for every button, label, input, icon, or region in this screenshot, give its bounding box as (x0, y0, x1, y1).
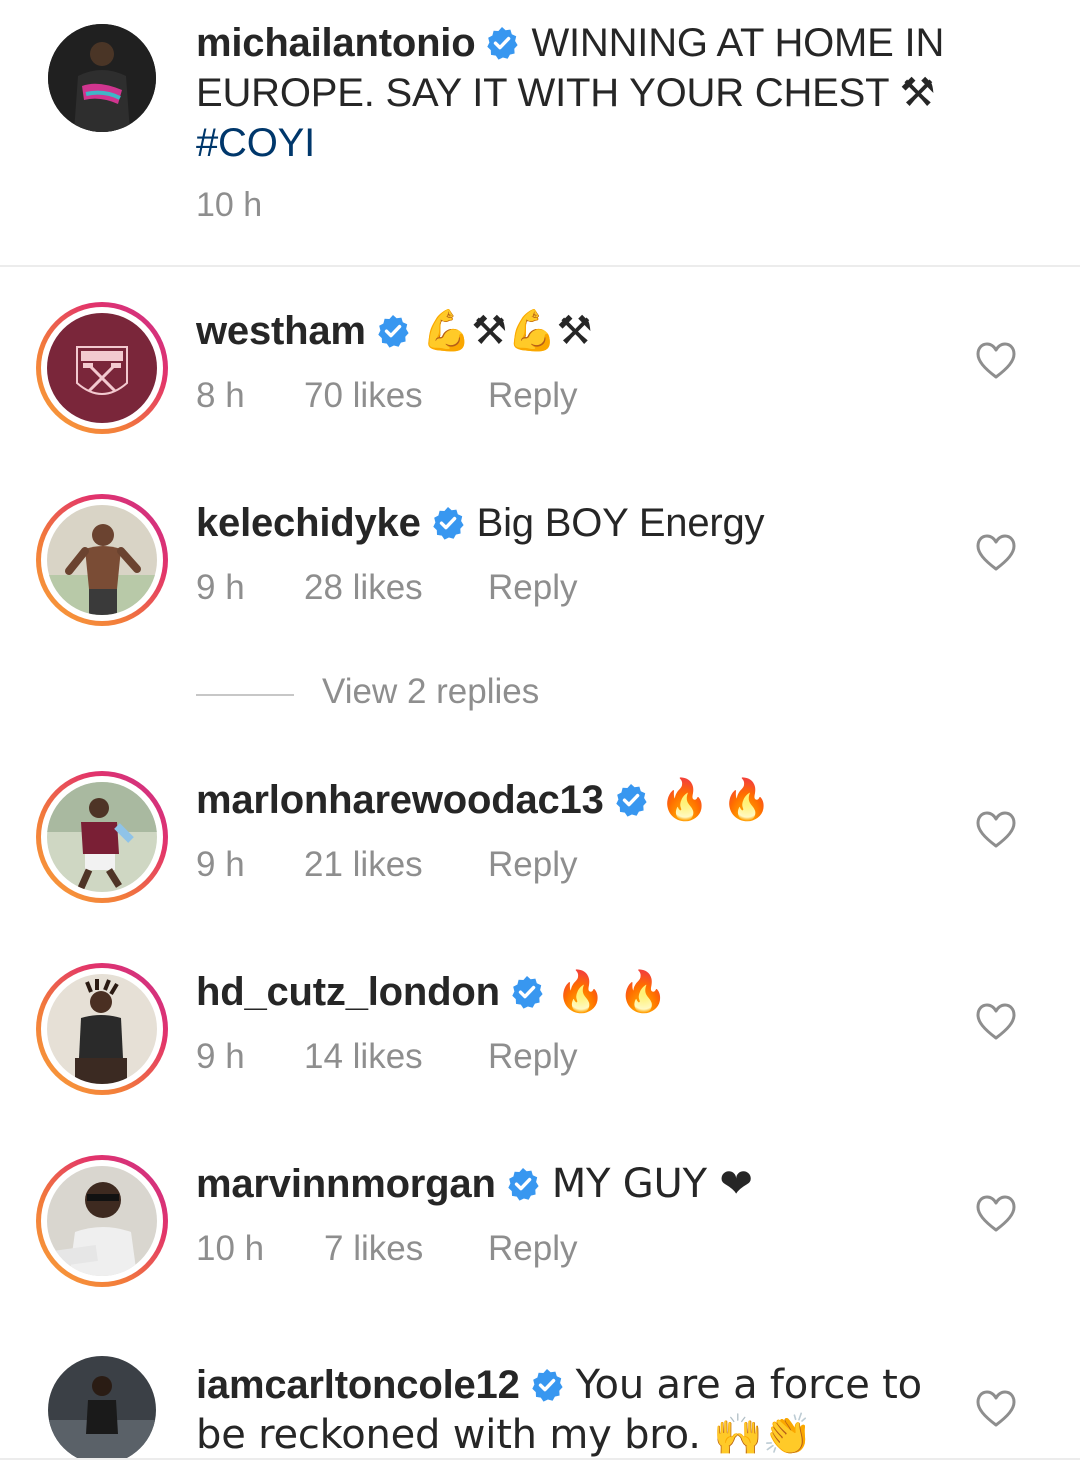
comment-username[interactable]: marlonharewoodac13 (196, 778, 604, 822)
comment-likes[interactable]: 21 likes (304, 845, 488, 885)
comment-username[interactable]: kelechidyke (196, 501, 421, 545)
heart-outline-icon[interactable] (976, 811, 1016, 851)
heart-outline-icon[interactable] (976, 534, 1016, 574)
comment-item: iamcarltoncole12 You are a force to be re… (0, 1356, 1080, 1460)
story-ring[interactable] (36, 494, 168, 626)
story-ring[interactable] (36, 302, 168, 434)
hashtag-link[interactable]: #COYI (196, 121, 315, 165)
comment-text: iamcarltoncole12 You are a force to be re… (196, 1360, 936, 1460)
comment-text: kelechidyke Big BOY Energy (196, 498, 956, 548)
comment-likes[interactable]: 70 likes (304, 376, 488, 416)
comment-body: 🔥 🔥 (659, 777, 772, 823)
verified-badge-icon (530, 1368, 564, 1402)
heart-outline-icon[interactable] (976, 342, 1016, 382)
comment-time: 8 h (196, 376, 245, 415)
comment-meta: 8 h 70 likes Reply (196, 376, 577, 416)
avatar (47, 782, 157, 892)
verified-badge-icon (431, 506, 465, 540)
comment-meta: 9 h 14 likes Reply (196, 1037, 577, 1077)
caption-line-2: EUROPE. SAY IT WITH YOUR CHEST ⚒ (196, 71, 936, 115)
post-caption: michailantonio WINNING AT HOME IN EUROPE.… (0, 0, 1080, 265)
avatar (47, 505, 157, 615)
comment-text: marvinnmorgan MY GUY ❤ (196, 1159, 956, 1209)
comment-time: 9 h (196, 845, 245, 884)
view-replies-label: View 2 replies (322, 672, 540, 711)
heart-outline-icon[interactable] (976, 1195, 1016, 1235)
heart-outline-icon[interactable] (976, 1003, 1016, 1043)
verified-badge-icon (506, 1167, 540, 1201)
avatar[interactable] (48, 24, 156, 132)
caption-username[interactable]: michailantonio (196, 21, 476, 65)
comment-likes[interactable]: 28 likes (304, 568, 488, 608)
avatar (47, 313, 157, 423)
comment-text: marlonharewoodac13 🔥 🔥 (196, 775, 956, 825)
comment-time: 10 h (196, 1229, 265, 1268)
comment-meta: 9 h 21 likes Reply (196, 845, 577, 885)
verified-badge-icon (614, 783, 648, 817)
comment-time: 9 h (196, 1037, 245, 1076)
divider (0, 265, 1080, 267)
comment-username[interactable]: iamcarltoncole12 (196, 1363, 520, 1407)
reply-button[interactable]: Reply (488, 1229, 577, 1269)
comment-body: Big BOY Energy (476, 501, 765, 545)
comment-body: 💪⚒💪⚒ (421, 308, 593, 354)
divider (0, 1458, 1080, 1460)
avatar[interactable] (48, 1356, 156, 1460)
comment-username[interactable]: hd_cutz_london (196, 970, 500, 1014)
comment-likes[interactable]: 14 likes (304, 1037, 488, 1077)
comment-item: marlonharewoodac13 🔥 🔥 9 h 21 likes Reply (0, 771, 1080, 921)
comment-body: MY GUY ❤ (551, 1161, 753, 1207)
story-ring[interactable] (36, 1155, 168, 1287)
comment-username[interactable]: westham (196, 309, 366, 353)
comment-username[interactable]: marvinnmorgan (196, 1162, 496, 1206)
comment-meta: 9 h 28 likes Reply (196, 568, 577, 608)
caption-line-1: WINNING AT HOME IN (531, 21, 945, 65)
reply-button[interactable]: Reply (488, 1037, 577, 1077)
comment-text: westham 💪⚒💪⚒ (196, 306, 956, 356)
caption-time: 10 h (196, 186, 263, 224)
comment-time: 9 h (196, 568, 245, 607)
verified-badge-icon (376, 314, 410, 348)
reply-button[interactable]: Reply (488, 845, 577, 885)
reply-button[interactable]: Reply (488, 568, 577, 608)
comment-meta: 10 h 7 likes Reply (196, 1229, 577, 1269)
comment-item: westham 💪⚒💪⚒ 8 h 70 likes Reply (0, 302, 1080, 452)
story-ring[interactable] (36, 771, 168, 903)
avatar (47, 1166, 157, 1276)
verified-badge-icon (486, 26, 520, 60)
comment-item: kelechidyke Big BOY Energy 9 h 28 likes Rep… (0, 494, 1080, 644)
verified-badge-icon (510, 975, 544, 1009)
heart-outline-icon[interactable] (976, 1390, 1016, 1430)
comment-text: hd_cutz_london 🔥 🔥 (196, 967, 956, 1017)
caption-text: michailantonio WINNING AT HOME IN EUROPE.… (196, 18, 996, 168)
story-ring[interactable] (36, 963, 168, 1095)
reply-button[interactable]: Reply (488, 376, 577, 416)
comment-likes[interactable]: 7 likes (324, 1229, 488, 1269)
comment-body: 🔥 🔥 (555, 969, 668, 1015)
avatar (47, 974, 157, 1084)
divider (196, 694, 294, 696)
comment-item: hd_cutz_london 🔥 🔥 9 h 14 likes Reply (0, 963, 1080, 1113)
comment-item: marvinnmorgan MY GUY ❤ 10 h 7 likes Reply (0, 1155, 1080, 1305)
